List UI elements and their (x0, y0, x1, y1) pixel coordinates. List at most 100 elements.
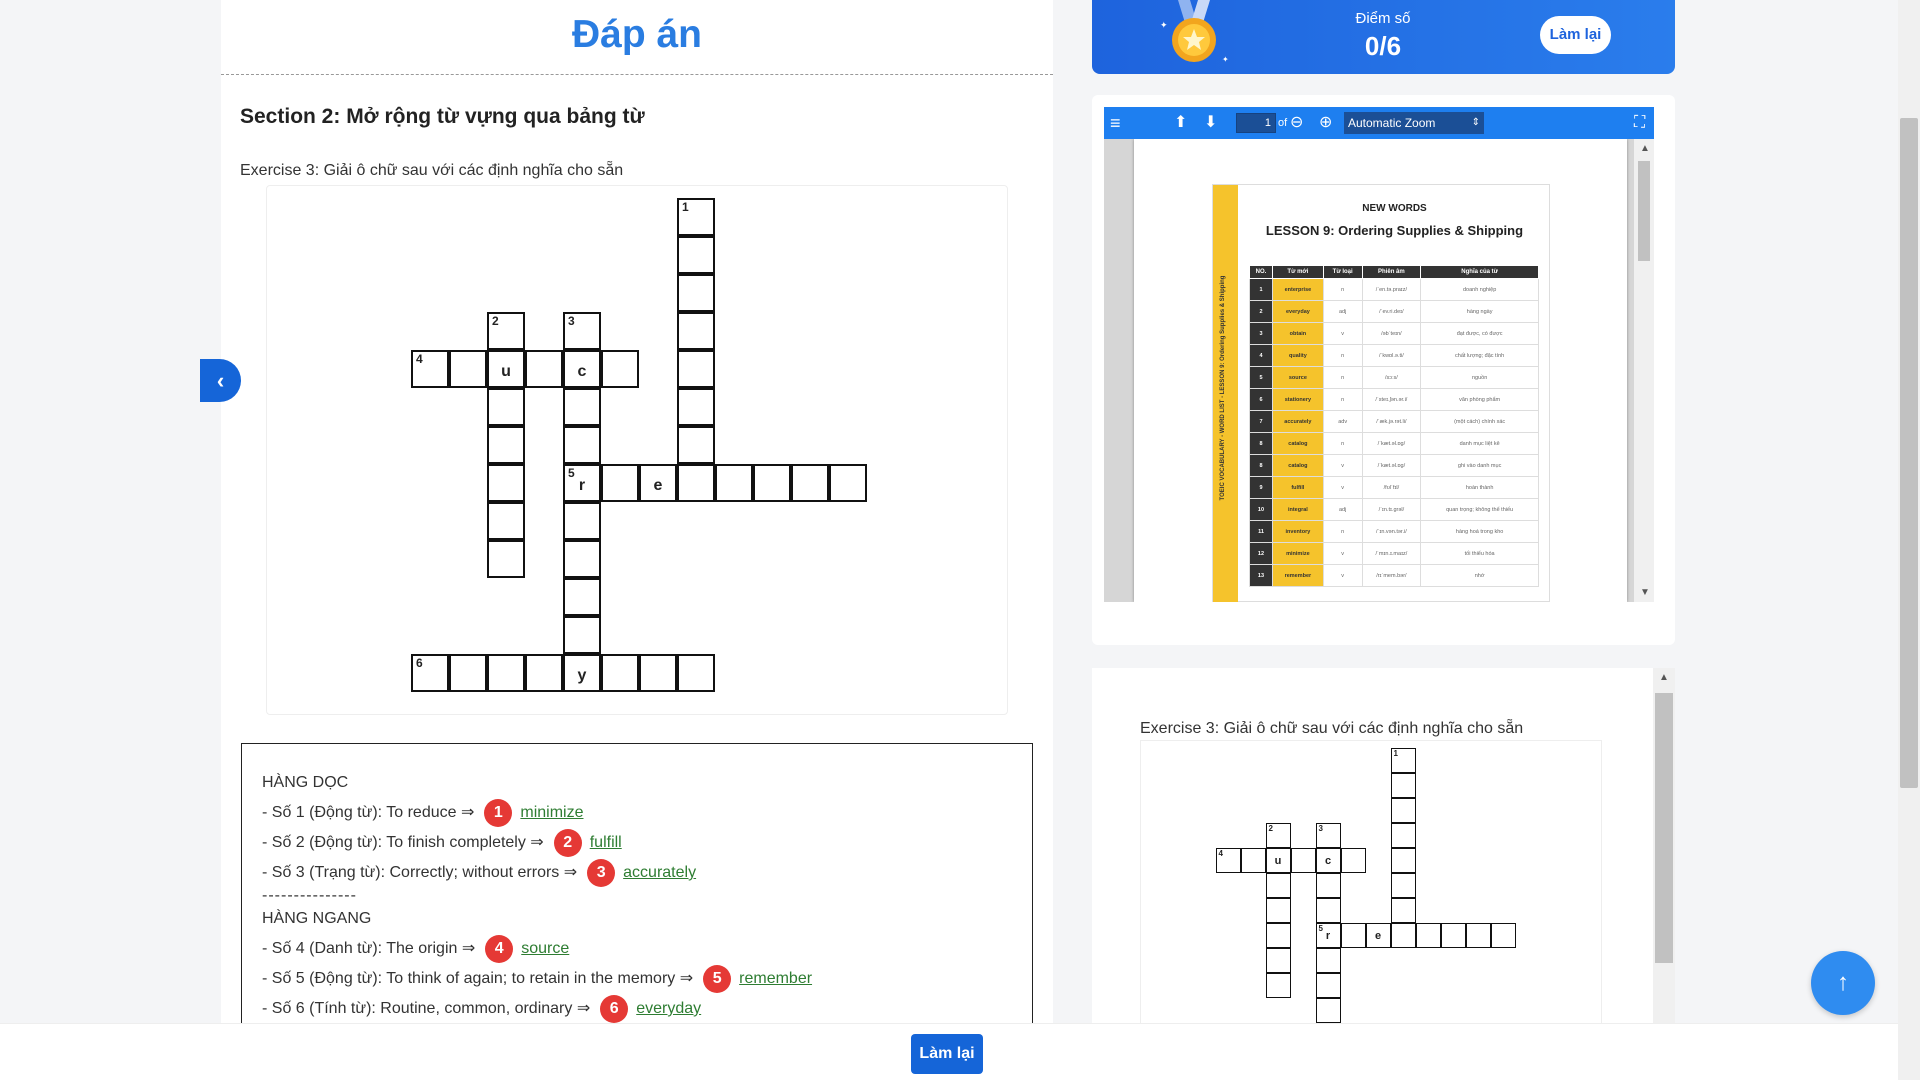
crossword-cell: c (1315, 847, 1341, 873)
select-arrows-icon: ⇕ (1471, 117, 1480, 128)
table-cell: 13 (1249, 564, 1273, 587)
table-cell: catalog (1271, 432, 1324, 455)
table-row: 6 stationery n/ˈsteɪ.ʃən.ər.i/văn phòng ph… (1249, 388, 1539, 411)
table-cell: 2 (1249, 300, 1273, 323)
prev-button[interactable]: ‹ (200, 359, 241, 402)
table-cell: 5 (1249, 366, 1273, 389)
table-cell: /ˈev.ri.deɪ/ (1361, 300, 1422, 323)
scroll-to-top-button[interactable]: ↑ (1811, 951, 1875, 1015)
table-cell: n (1322, 278, 1363, 301)
answer-line-1: - Số 1 (Động từ): To reduce ⇒ 1 minimize (262, 798, 1012, 828)
cell-letter: y (577, 667, 587, 684)
crossword-cell (1265, 972, 1291, 998)
crossword-cell (829, 464, 867, 502)
table-cell: /ˈkæt.əl.ɒɡ/ (1361, 432, 1422, 455)
crossword-cell: 2 (487, 312, 525, 350)
table-row: 8 catalog n/ˈkæt.əl.ɒɡ/danh mục liệt kê (1249, 432, 1539, 455)
page-scrollbar[interactable] (1898, 0, 1920, 1080)
pdf-scrollbar[interactable]: ▲ ▼ (1634, 139, 1654, 602)
answer-word: minimize (520, 804, 584, 821)
crossword-cell (525, 654, 563, 692)
crossword-cell (563, 388, 601, 426)
table-cell: hoàn thành (1420, 476, 1539, 499)
crossword-cell: 2 (1265, 822, 1291, 848)
crossword-cell: u (487, 350, 525, 388)
table-row: 1 enterprise n/ˈen.tə.praɪz/doanh nghiệp (1249, 278, 1539, 301)
crossword-cell (601, 464, 639, 502)
crossword-cell (1315, 897, 1341, 923)
retry-button[interactable]: Làm lại (1540, 16, 1611, 54)
table-cell: /sɔːs/ (1361, 366, 1422, 389)
crossword-cell (487, 426, 525, 464)
table-header-cell: NO. (1249, 265, 1273, 279)
table-cell: stationery (1271, 388, 1324, 411)
cell-letter: e (1374, 929, 1382, 942)
retry-button-bottom[interactable]: Làm lại (911, 1034, 983, 1074)
score-label: Điểm số (1355, 10, 1411, 27)
zoom-select[interactable]: Automatic Zoom ⇕ (1344, 112, 1484, 134)
table-row: 4 quality n/ˈkwɒl.ə.ti/chất lượng; đặc tín… (1249, 344, 1539, 367)
fullscreen-icon[interactable]: ⛶ (1634, 107, 1645, 139)
pdf-viewport[interactable]: TOEIC VOCABULARY - WORD LIST - LESSON 9:… (1104, 139, 1654, 602)
scroll-down-icon[interactable]: ▼ (1634, 587, 1654, 598)
crossword-cell (1440, 922, 1466, 948)
table-cell: adv (1322, 410, 1363, 433)
table-cell: 4 (1249, 344, 1273, 367)
answer-word: remember (739, 970, 813, 987)
table-cell: doanh nghiệp (1420, 278, 1539, 301)
crossword-cell: 3 (1315, 822, 1341, 848)
crossword-cell (1390, 897, 1416, 923)
table-cell: /ˈen.tə.praɪz/ (1361, 278, 1422, 301)
arrow-down-icon[interactable]: ⬇ (1204, 107, 1217, 139)
page-scroll-thumb[interactable] (1900, 118, 1918, 788)
table-cell: /ˈkæt.əl.ɒɡ/ (1361, 454, 1422, 477)
pdf-scroll-thumb[interactable] (1638, 161, 1650, 261)
table-cell: remember (1271, 564, 1324, 587)
table-cell: adj (1322, 300, 1363, 323)
table-row: 12 minimize v/ˈmɪn.ɪ.maɪz/tối thiểu hóa (1249, 542, 1539, 565)
scroll-up-icon[interactable]: ▲ (1634, 143, 1654, 154)
zoom-out-icon[interactable]: ⊖ (1290, 107, 1303, 139)
scroll-up-icon[interactable]: ▲ (1653, 672, 1675, 683)
table-row: 2 everyday adj/ˈev.ri.deɪ/hàng ngày (1249, 300, 1539, 323)
preview-scroll-thumb[interactable] (1655, 693, 1673, 963)
crossword-cell (791, 464, 829, 502)
crossword-cell (1340, 847, 1366, 873)
clue-text: - Số 6 (Tính từ): Routine, common, ordin… (262, 1000, 591, 1017)
section-title: Section 2: Mở rộng từ vựng qua bảng từ (240, 105, 645, 128)
table-cell: n (1322, 388, 1363, 411)
cell-number: 4 (416, 352, 423, 366)
table-header-cell: Phiên âm (1361, 265, 1422, 279)
crossword-cell (1265, 872, 1291, 898)
table-cell: v (1322, 322, 1363, 345)
hamburger-icon[interactable]: ≡ (1110, 107, 1121, 139)
table-cell: minimize (1271, 542, 1324, 565)
table-header-cell: Từ mới (1271, 265, 1324, 279)
score-value: 0/6 (1364, 31, 1402, 61)
crossword-cell: y (563, 654, 601, 692)
table-cell: v (1322, 542, 1363, 565)
table-cell: n (1322, 344, 1363, 367)
zoom-in-icon[interactable]: ⊕ (1319, 107, 1332, 139)
crossword-cell (1315, 947, 1341, 973)
answer-word: everyday (636, 1000, 702, 1017)
page-number-input[interactable]: 1 (1236, 113, 1276, 133)
table-row: 7 accurately adv/ˈæk.jə.rət.li/(một cách) … (1249, 410, 1539, 433)
answer-word: accurately (623, 864, 697, 881)
arrow-up-icon[interactable]: ⬆ (1174, 107, 1187, 139)
crossword-cell (1465, 922, 1491, 948)
cell-number: 2 (1268, 823, 1273, 833)
cell-number: 1 (1393, 748, 1398, 758)
cell-number: 4 (1218, 848, 1223, 858)
preview-scrollbar[interactable]: ▲ ▼ (1653, 668, 1675, 1053)
medal-icon: ✦ ✦ (1160, 0, 1229, 64)
table-cell: 7 (1249, 410, 1273, 433)
crossword-cell: 5r (563, 464, 601, 502)
table-cell: 11 (1249, 520, 1273, 543)
bottom-bar: Làm lại (0, 1023, 1898, 1080)
table-cell: /rɪˈmem.bər/ (1361, 564, 1422, 587)
table-cell: 6 (1249, 388, 1273, 411)
crossword-cell (1265, 922, 1291, 948)
pdf-viewer-card: ≡ ⬆ ⬇ 1 of ⊖ ⊕ Automatic Zoom ⇕ ⛶ TOEIC V… (1092, 95, 1675, 645)
crossword-cell (677, 274, 715, 312)
